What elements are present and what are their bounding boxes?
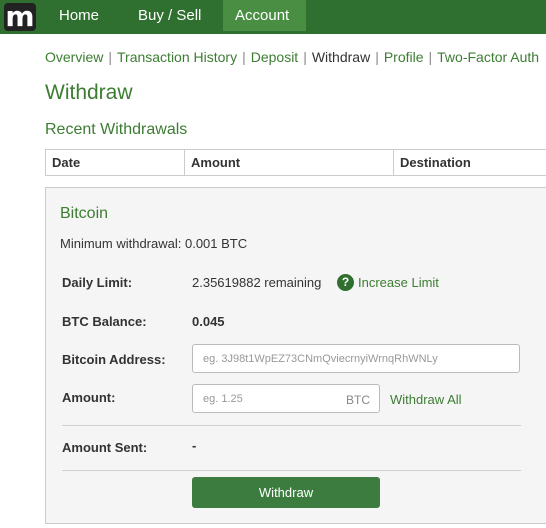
amount-sent-label: Amount Sent: [62, 440, 148, 455]
minimum-withdrawal-note: Minimum withdrawal: 0.001 BTC [60, 236, 248, 251]
withdraw-button[interactable]: Withdraw [192, 477, 380, 508]
recent-withdrawals-heading: Recent Withdrawals [45, 121, 188, 138]
subnav-separator: | [375, 49, 379, 65]
increase-limit-link[interactable]: Increase Limit [358, 275, 439, 290]
bitcoin-address-label: Bitcoin Address: [62, 352, 166, 367]
account-subnav: Overview | Transaction History | Deposit | Wit… [45, 49, 546, 67]
amount-sent-value: - [192, 438, 197, 453]
daily-limit-value: 2.35619882 remaining [192, 275, 322, 290]
divider [62, 425, 521, 426]
help-icon[interactable]: ? [337, 274, 354, 291]
nav-buy-sell[interactable]: Buy / Sell [126, 0, 213, 31]
currency-unit: BTC [346, 393, 370, 407]
subnav-separator: | [428, 49, 433, 65]
subnav-transaction-history[interactable]: Transaction History [117, 49, 237, 65]
column-header-destination: Destination [393, 150, 546, 175]
subnav-overview[interactable]: Overview [45, 49, 103, 65]
page-title: Withdraw [45, 81, 133, 104]
withdraw-all-link[interactable]: Withdraw All [390, 392, 462, 407]
logo-letter: m [5, 0, 35, 33]
bitcoin-address-input[interactable] [192, 344, 520, 373]
daily-limit-label: Daily Limit: [62, 275, 133, 290]
nav-home[interactable]: Home [47, 0, 111, 31]
subnav-deposit[interactable]: Deposit [251, 49, 298, 65]
column-header-date: Date [45, 150, 185, 175]
btc-balance-label: BTC Balance: [62, 314, 147, 329]
bitcoin-withdraw-panel: Bitcoin Minimum withdrawal: 0.001 BTC Da… [45, 187, 546, 524]
subnav-withdraw: Withdraw [311, 49, 371, 65]
subnav-two-factor-auth[interactable]: Two-Factor Auth [437, 49, 539, 65]
nav-account[interactable]: Account [223, 0, 306, 31]
subnav-separator: | [303, 49, 307, 65]
subnav-separator: | [242, 49, 246, 65]
btc-balance-value: 0.045 [192, 314, 225, 329]
subnav-profile[interactable]: Profile [384, 49, 424, 65]
recent-withdrawals-table-header: Date Amount Destination [45, 149, 546, 176]
subnav-separator: | [108, 49, 112, 65]
panel-title: Bitcoin [60, 205, 109, 222]
divider [62, 470, 521, 471]
top-navigation-bar: m Home Buy / Sell Account [0, 0, 546, 34]
amount-label: Amount: [62, 390, 116, 405]
brand-logo[interactable]: m [4, 0, 36, 33]
column-header-amount: Amount [184, 150, 393, 175]
